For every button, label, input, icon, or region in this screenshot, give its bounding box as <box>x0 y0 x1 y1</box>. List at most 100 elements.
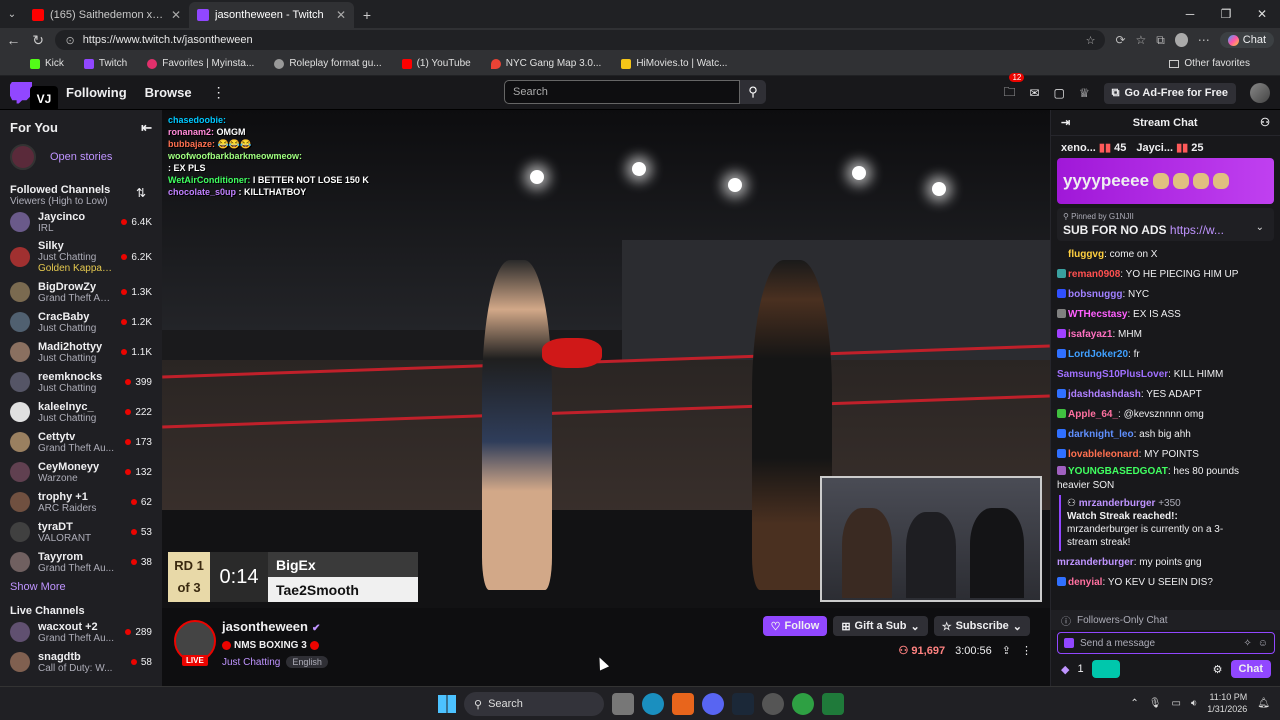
app-green-icon[interactable] <box>822 693 844 715</box>
search-input[interactable]: Search <box>504 80 740 104</box>
sort-icon[interactable]: ⇅ <box>136 186 146 200</box>
chat-username[interactable]: lovableleonard <box>1068 449 1139 460</box>
channel-row[interactable]: snagdtb Call of Duty: W... 58 <box>0 647 162 677</box>
pinned-link[interactable]: https://w... <box>1170 223 1224 237</box>
site-info-icon[interactable]: ⊙ <box>65 34 74 47</box>
video-player[interactable]: chasedoobie: ronanam2: OMGM bubbajaze: 😂😂… <box>162 110 1050 608</box>
channel-row[interactable]: reemknocks Just Chatting 399 <box>0 367 162 397</box>
channel-points-icon[interactable]: ◆ <box>1061 663 1069 676</box>
more-nav-icon[interactable]: ⋮ <box>212 84 226 101</box>
chat-username[interactable]: YOUNGBASEDGOAT <box>1068 466 1168 477</box>
chat-username[interactable]: mrzanderburger <box>1057 557 1134 568</box>
claim-points-button[interactable] <box>1091 660 1120 678</box>
steam-icon[interactable] <box>732 693 754 715</box>
url-bar[interactable]: ⊙ https://www.twitch.tv/jasontheween ☆ <box>55 30 1106 50</box>
channel-row[interactable]: Madi2hottyy Just Chatting 1.1K <box>0 337 162 367</box>
community-icon[interactable]: ⚇ <box>1260 116 1270 129</box>
channel-row[interactable]: Tayyrom Grand Theft Au... 38 <box>0 547 162 577</box>
refresh-icon[interactable]: ↻ <box>31 32 46 49</box>
notifications-bell-icon[interactable]: 🔔︎ <box>1257 698 1270 709</box>
volume-icon[interactable]: 🔉︎ <box>1191 698 1197 709</box>
more-options-icon[interactable]: ⋮ <box>1021 644 1032 657</box>
show-more-link[interactable]: Show More <box>0 577 162 597</box>
collections-icon[interactable]: ⧉ <box>1156 33 1165 48</box>
user-avatar[interactable] <box>1250 83 1270 103</box>
browser-tab-youtube[interactable]: (165) Saithedemon x Mdot 59 - Sc ✕ <box>24 2 189 28</box>
open-stories[interactable]: Open stories <box>0 136 162 178</box>
back-icon[interactable]: ← <box>6 32 21 48</box>
streak-user[interactable]: mrzanderburger <box>1079 498 1156 509</box>
discord-icon[interactable] <box>702 693 724 715</box>
twitch-logo-icon[interactable] <box>10 81 32 104</box>
notifications-button[interactable]: 🗀 12 <box>1003 72 1025 104</box>
chat-username[interactable]: isafayaz1 <box>1068 329 1112 340</box>
follow-button[interactable]: ♡ Follow <box>762 616 828 636</box>
search-button[interactable]: ⚲ <box>740 80 766 104</box>
bookmark-myinsta[interactable]: Favorites | Myinsta... <box>147 58 254 69</box>
edge-icon[interactable] <box>642 693 664 715</box>
more-menu-icon[interactable]: ⋯ <box>1198 33 1210 47</box>
channel-row[interactable]: Cettytv Grand Theft Au... 173 <box>0 427 162 457</box>
chat-username[interactable]: denyial <box>1068 577 1102 588</box>
chat-username[interactable]: WTHecstasy <box>1068 309 1127 320</box>
crown-icon[interactable]: ♕ <box>1079 86 1090 100</box>
copilot-chat-button[interactable]: Chat <box>1219 32 1275 48</box>
browser-tab-twitch[interactable]: jasontheween - Twitch ✕ <box>189 2 354 28</box>
channel-row[interactable]: kaleelnyc_ Just Chatting 222 <box>0 397 162 427</box>
gift-sub-button[interactable]: ⊞ Gift a Sub ⌄ <box>833 616 928 636</box>
file-explorer-icon[interactable] <box>612 693 634 715</box>
bookmark-youtube[interactable]: (1) YouTube <box>401 58 471 69</box>
chat-username[interactable]: fluggvg <box>1068 249 1104 260</box>
smiley-icon[interactable]: ☺ <box>1258 638 1268 649</box>
nav-following[interactable]: Following <box>66 85 127 100</box>
microphone-icon[interactable]: 🎙︎ <box>1149 698 1162 709</box>
chat-username[interactable]: LordJoker20 <box>1068 349 1128 360</box>
chat-username[interactable]: Apple_64_ <box>1068 409 1118 420</box>
chat-input[interactable]: Send a message ✧ ☺ <box>1057 632 1275 654</box>
chat-settings-icon[interactable]: ⚙ <box>1213 663 1223 676</box>
ad-free-button[interactable]: ⧉ Go Ad-Free for Free <box>1103 82 1236 104</box>
chat-send-button[interactable]: Chat <box>1230 660 1271 678</box>
xbox-icon[interactable] <box>792 693 814 715</box>
favorites-icon[interactable]: ☆ <box>1136 33 1147 47</box>
chat-username[interactable]: bobsnuggg <box>1068 289 1122 300</box>
tab-list-chevron-icon[interactable]: ⌄ <box>0 2 24 28</box>
channel-row[interactable]: trophy +1 ARC Raiders 62 <box>0 487 162 517</box>
nav-browse[interactable]: Browse <box>145 85 192 100</box>
app-gear-icon[interactable] <box>762 693 784 715</box>
network-icon[interactable]: ▭ <box>1171 698 1180 709</box>
channel-name[interactable]: jasontheween <box>222 619 308 634</box>
minimize-icon[interactable]: ─ <box>1172 0 1208 28</box>
language-tag[interactable]: English <box>286 656 328 668</box>
whispers-icon[interactable]: ✉ <box>1029 86 1039 100</box>
channel-row[interactable]: wacxout +2 Grand Theft Au... 289 <box>0 617 162 647</box>
chat-username[interactable]: darknight_leo <box>1068 429 1134 440</box>
channel-row[interactable]: CracBaby Just Chatting 1.2K <box>0 307 162 337</box>
profile-avatar[interactable] <box>1174 33 1188 47</box>
pinned-message[interactable]: ⚲ Pinned by G1NJII SUB FOR NO ADS https:… <box>1057 208 1274 241</box>
top-gifter-1[interactable]: xeno... ▮▮ 45 <box>1061 141 1126 154</box>
channel-row[interactable]: BigDrowZy Grand Theft Au... 1.3K <box>0 277 162 307</box>
channel-row[interactable]: SilkyJust ChattingGolden Kappa Train 6.2K <box>0 237 162 277</box>
bookmark-himovies[interactable]: HiMovies.to | Watc... <box>621 58 727 69</box>
close-window-icon[interactable]: ✕ <box>1244 0 1280 28</box>
close-tab-icon[interactable]: ✕ <box>171 8 181 22</box>
top-gifter-2[interactable]: Jayci... ▮▮ 25 <box>1136 141 1203 154</box>
collapse-chat-icon[interactable]: ⇥ <box>1061 116 1070 129</box>
share-icon[interactable]: ⇪ <box>1002 644 1011 657</box>
chevron-down-icon[interactable]: ⌄ <box>1256 222 1264 233</box>
chat-username[interactable]: reman0908 <box>1068 269 1120 280</box>
app-orange-icon[interactable] <box>672 693 694 715</box>
windows-start-icon[interactable] <box>438 695 456 713</box>
channel-row[interactable]: tyraDT VALORANT 53 <box>0 517 162 547</box>
collapse-sidebar-icon[interactable]: ⇤ <box>141 120 152 136</box>
taskbar-clock[interactable]: 11:10 PM 1/31/2026 <box>1207 691 1247 715</box>
subscribe-button[interactable]: ☆ Subscribe ⌄ <box>933 616 1030 636</box>
emote-picker-icon[interactable]: ✧ <box>1243 638 1251 649</box>
bits-icon[interactable] <box>1064 638 1074 648</box>
bookmark-kick[interactable]: Kick <box>30 58 64 69</box>
new-tab-button[interactable]: + <box>354 2 380 28</box>
taskbar-search[interactable]: ⚲ Search <box>464 692 604 716</box>
bookmark-roleplay[interactable]: Roleplay format gu... <box>274 58 382 69</box>
bookmark-twitch[interactable]: Twitch <box>83 58 127 69</box>
